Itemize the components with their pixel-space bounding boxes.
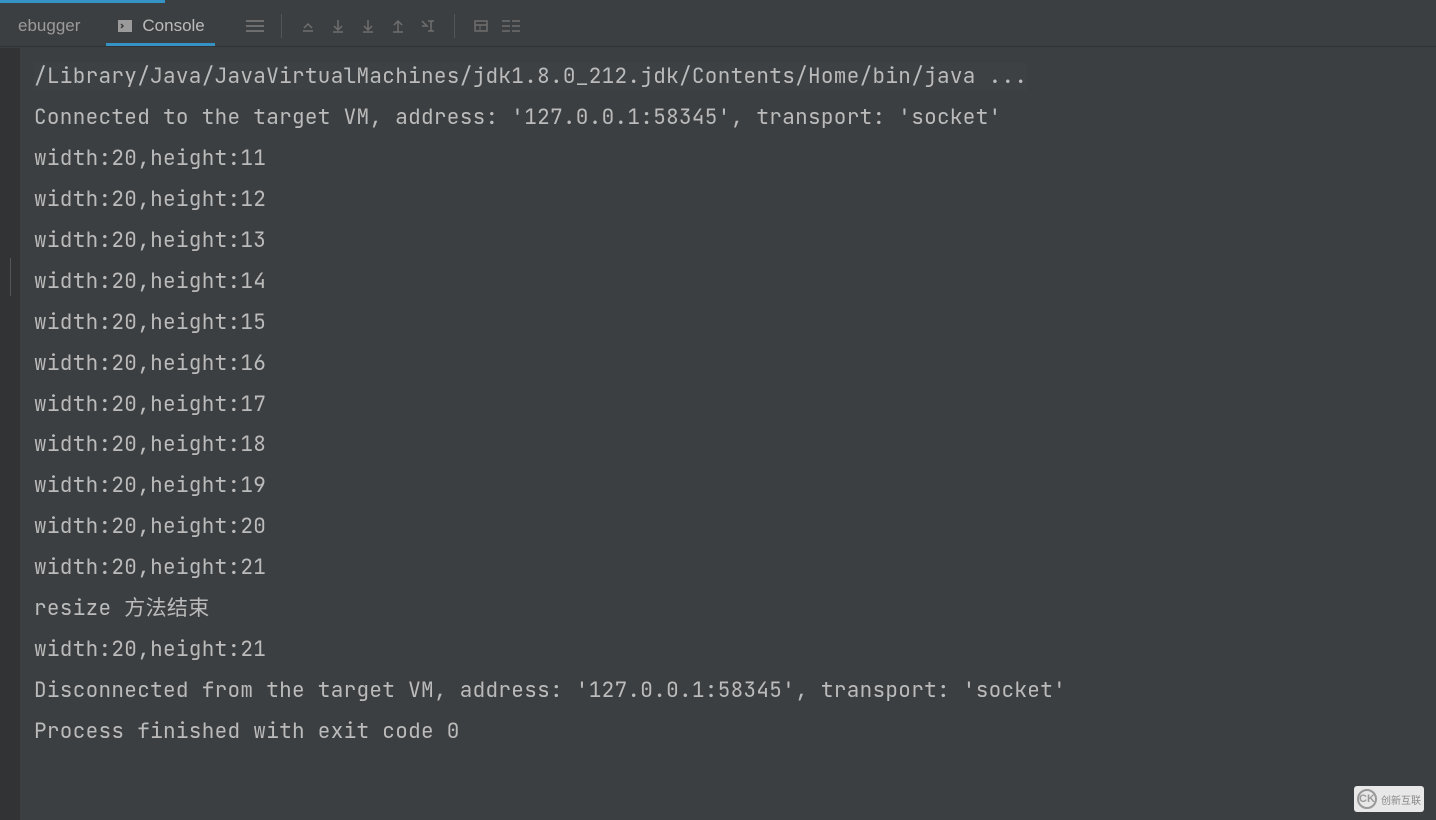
- tab-console-label: Console: [142, 16, 204, 36]
- toolbar: [241, 12, 525, 40]
- console-line: Connected to the target VM, address: '12…: [34, 98, 1436, 139]
- console-line: width:20,height:14: [34, 262, 1436, 303]
- console-line: Process finished with exit code 0: [34, 712, 1436, 753]
- console-line: width:20,height:20: [34, 507, 1436, 548]
- toolbar-separator-2: [454, 14, 455, 38]
- watermark: CK 创新互联: [1354, 786, 1424, 812]
- tab-console[interactable]: Console: [98, 5, 222, 46]
- console-icon: [116, 17, 134, 35]
- down-stack-icon[interactable]: [324, 12, 352, 40]
- watermark-logo-icon: CK: [1357, 789, 1377, 809]
- console-line: width:20,height:15: [34, 303, 1436, 344]
- console-line: width:20,height:13: [34, 221, 1436, 262]
- console-line: width:20,height:18: [34, 425, 1436, 466]
- top-highlight: [0, 0, 165, 3]
- up-arrow-icon[interactable]: [384, 12, 412, 40]
- console-line: width:20,height:21: [34, 548, 1436, 589]
- up-stack-icon[interactable]: [294, 12, 322, 40]
- run-to-cursor-icon[interactable]: [414, 12, 442, 40]
- gutter-marker: [10, 258, 11, 296]
- console-line: width:20,height:16: [34, 344, 1436, 385]
- console-line: width:20,height:19: [34, 466, 1436, 507]
- tab-bar: ebugger Console: [0, 5, 1436, 47]
- tab-debugger[interactable]: ebugger: [0, 5, 98, 46]
- console-cmd-line: /Library/Java/JavaVirtualMachines/jdk1.8…: [34, 63, 1027, 90]
- console-gutter: [0, 48, 20, 820]
- console-output[interactable]: /Library/Java/JavaVirtualMachines/jdk1.8…: [0, 47, 1436, 753]
- trace-icon[interactable]: [497, 12, 525, 40]
- console-line: width:20,height:21: [34, 630, 1436, 671]
- console-line: width:20,height:17: [34, 385, 1436, 426]
- settings-icon[interactable]: [241, 12, 269, 40]
- console-line: Disconnected from the target VM, address…: [34, 671, 1436, 712]
- console-line: width:20,height:11: [34, 139, 1436, 180]
- watermark-text: 创新互联: [1381, 792, 1421, 807]
- toolbar-separator: [281, 14, 282, 38]
- down-stack-2-icon[interactable]: [354, 12, 382, 40]
- evaluate-icon[interactable]: [467, 12, 495, 40]
- tab-debugger-label: ebugger: [18, 16, 80, 36]
- console-line: width:20,height:12: [34, 180, 1436, 221]
- console-line: resize 方法结束: [34, 589, 1436, 630]
